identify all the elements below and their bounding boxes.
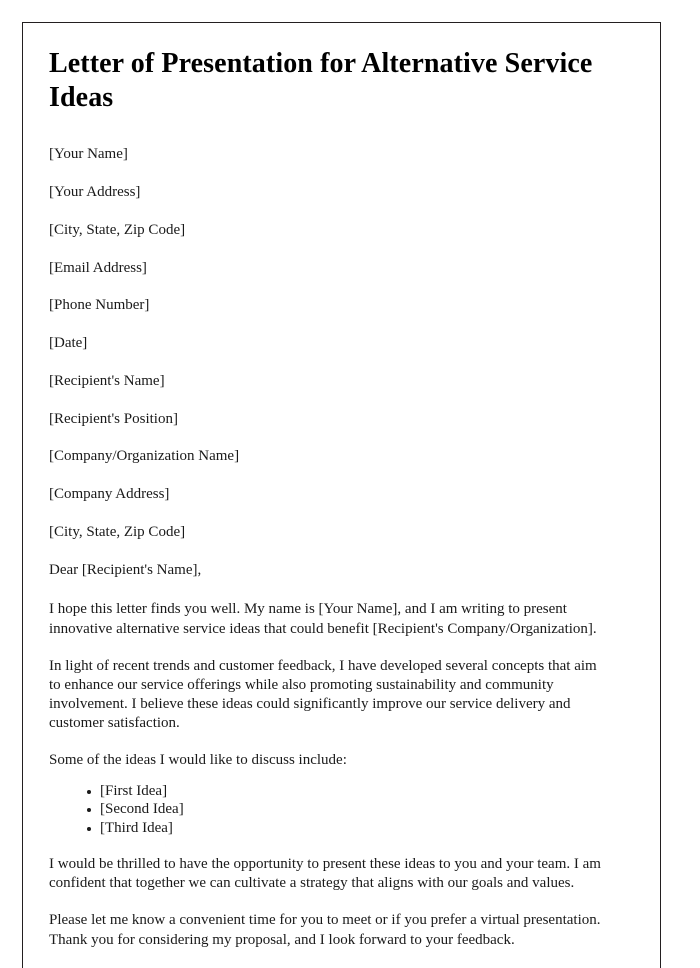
document-page: Letter of Presentation for Alternative S… (22, 22, 661, 968)
ideas-list: [First Idea] [Second Idea] [Third Idea] (49, 782, 634, 837)
closing-paragraph-2: Please let me know a convenient time for… (49, 912, 601, 948)
recipient-field-city-state-zip: [City, State, Zip Code] (49, 523, 186, 540)
list-item: [Third Idea] (87, 819, 634, 837)
list-item: [Second Idea] (87, 800, 634, 818)
sender-field-phone-number: [Phone Number] (49, 297, 150, 314)
recipient-field-company-address: [Company Address] (49, 486, 170, 503)
closing-paragraph-1: I would be thrilled to have the opportun… (49, 855, 601, 892)
sender-field-city-state-zip: [City, State, Zip Code] (49, 221, 186, 238)
sender-address-block: [Your Name] [Your Address] [City, State,… (49, 145, 634, 353)
recipient-address-block: [Recipient's Name] [Recipient's Position… (49, 372, 634, 542)
recipient-field-company-name: [Company/Organization Name] (49, 448, 240, 465)
recipient-field-position: [Recipient's Position] (49, 410, 178, 427)
body-paragraph-2: In light of recent trends and customer f… (49, 657, 597, 732)
salutation-line: Dear [Recipient's Name], (49, 561, 202, 578)
sender-field-date: [Date] (49, 335, 88, 352)
body-paragraph-1: I hope this letter finds you well. My na… (49, 601, 597, 637)
sender-field-your-address: [Your Address] (49, 184, 141, 201)
recipient-field-name: [Recipient's Name] (49, 372, 165, 389)
list-item: [First Idea] (87, 782, 634, 800)
sender-field-your-name: [Your Name] (49, 146, 128, 163)
page-title: Letter of Presentation for Alternative S… (49, 48, 593, 114)
document-body: Letter of Presentation for Alternative S… (23, 23, 660, 950)
list-lead-in-text: Some of the ideas I would like to discus… (49, 752, 347, 769)
sender-field-email-address: [Email Address] (49, 259, 147, 276)
